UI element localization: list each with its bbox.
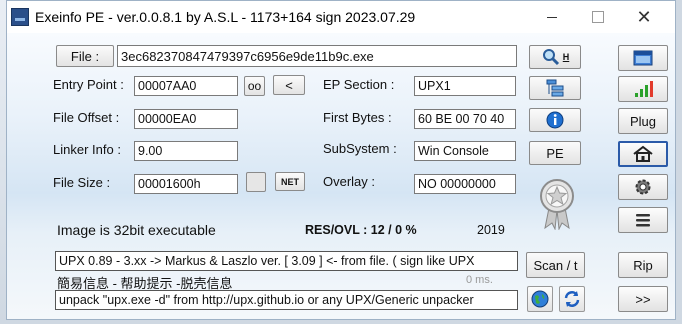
first-bytes-label: First Bytes : <box>323 110 392 125</box>
image-bits-text: Image is 32bit executable <box>57 222 216 238</box>
window-title: Exeinfo PE - ver.0.0.8.1 by A.S.L - 1173… <box>35 9 416 25</box>
close-button[interactable]: ✕ <box>621 5 667 29</box>
entry-point-label: Entry Point : <box>53 77 124 92</box>
dotnet-button[interactable]: NET <box>275 172 305 191</box>
menu-button[interactable] <box>618 207 668 233</box>
minimize-button[interactable] <box>529 5 575 29</box>
entry-point-field[interactable]: 00007AA0 <box>134 76 238 96</box>
signal-bars-icon <box>635 81 653 97</box>
file-size-label: File Size : <box>53 175 111 190</box>
next-button[interactable]: >> <box>618 286 668 312</box>
subsystem-label: SubSystem : <box>323 141 397 156</box>
exeinfo-window: Exeinfo PE - ver.0.0.8.1 by A.S.L - 1173… <box>6 0 676 320</box>
ep-section-label: EP Section : <box>323 77 395 92</box>
tree-list-icon <box>546 79 564 97</box>
refresh-icon <box>564 291 580 307</box>
first-bytes-field[interactable]: 60 BE 00 70 40 <box>414 109 516 129</box>
gear-icon <box>635 179 651 195</box>
home-icon <box>633 145 653 162</box>
plug-button[interactable]: Plug <box>618 108 668 134</box>
unpack-hint-field[interactable]: unpack "upx.exe -d" from http://upx.gith… <box>55 290 518 310</box>
open-folder-button[interactable] <box>618 45 668 71</box>
file-offset-field[interactable]: 00000EA0 <box>134 109 238 129</box>
settings-button[interactable] <box>618 174 668 200</box>
home-button[interactable] <box>618 141 668 167</box>
web-button[interactable] <box>527 286 553 312</box>
search-shortcut-label: H <box>562 52 570 62</box>
file-open-button[interactable]: File : <box>56 45 114 67</box>
file-path-field[interactable]: 3ec682370847479397c6956e9de11b9c.exe <box>117 45 517 67</box>
scan-button[interactable]: Scan / t <box>526 252 585 278</box>
rip-button[interactable]: Rip <box>618 252 668 278</box>
info-icon <box>546 111 564 129</box>
badge-seal-icon <box>537 178 577 231</box>
file-size-extra-button[interactable] <box>246 172 266 192</box>
year-text: 2019 <box>477 223 505 237</box>
entry-point-oo-button[interactable]: oo <box>244 76 265 96</box>
ep-section-field[interactable]: UPX1 <box>414 76 516 96</box>
title-bar[interactable]: Exeinfo PE - ver.0.0.8.1 by A.S.L - 1173… <box>7 1 675 33</box>
main-panel: File : 3ec682370847479397c6956e9de11b9c.… <box>7 33 675 319</box>
stats-button[interactable] <box>618 76 668 102</box>
file-offset-label: File Offset : <box>53 110 120 125</box>
file-size-field[interactable]: 00001600h <box>134 174 238 194</box>
linker-info-label: Linker Info : <box>53 142 121 157</box>
linker-info-field[interactable]: 9.00 <box>134 141 238 161</box>
overlay-label: Overlay : <box>323 174 376 189</box>
overlay-field[interactable]: NO 00000000 <box>414 174 516 194</box>
hamburger-menu-icon <box>636 214 650 227</box>
res-ovl-text: RES/OVL : 12 / 0 % <box>305 223 417 237</box>
scan-time-text: 0 ms. <box>466 274 493 286</box>
maximize-button[interactable] <box>575 5 621 29</box>
section-viewer-button[interactable] <box>529 76 581 100</box>
window-folder-icon <box>633 50 653 66</box>
subsystem-field[interactable]: Win Console <box>414 141 516 161</box>
search-button[interactable]: H <box>529 45 581 69</box>
app-icon <box>11 8 29 26</box>
entry-point-back-button[interactable]: < <box>273 75 305 95</box>
refresh-button[interactable] <box>559 286 585 312</box>
pe-button[interactable]: PE <box>529 141 581 165</box>
globe-icon <box>531 290 549 308</box>
magnifier-icon <box>542 49 559 66</box>
info-button[interactable] <box>529 108 581 132</box>
detection-result-field[interactable]: UPX 0.89 - 3.xx -> Markus & Laszlo ver. … <box>55 251 518 271</box>
